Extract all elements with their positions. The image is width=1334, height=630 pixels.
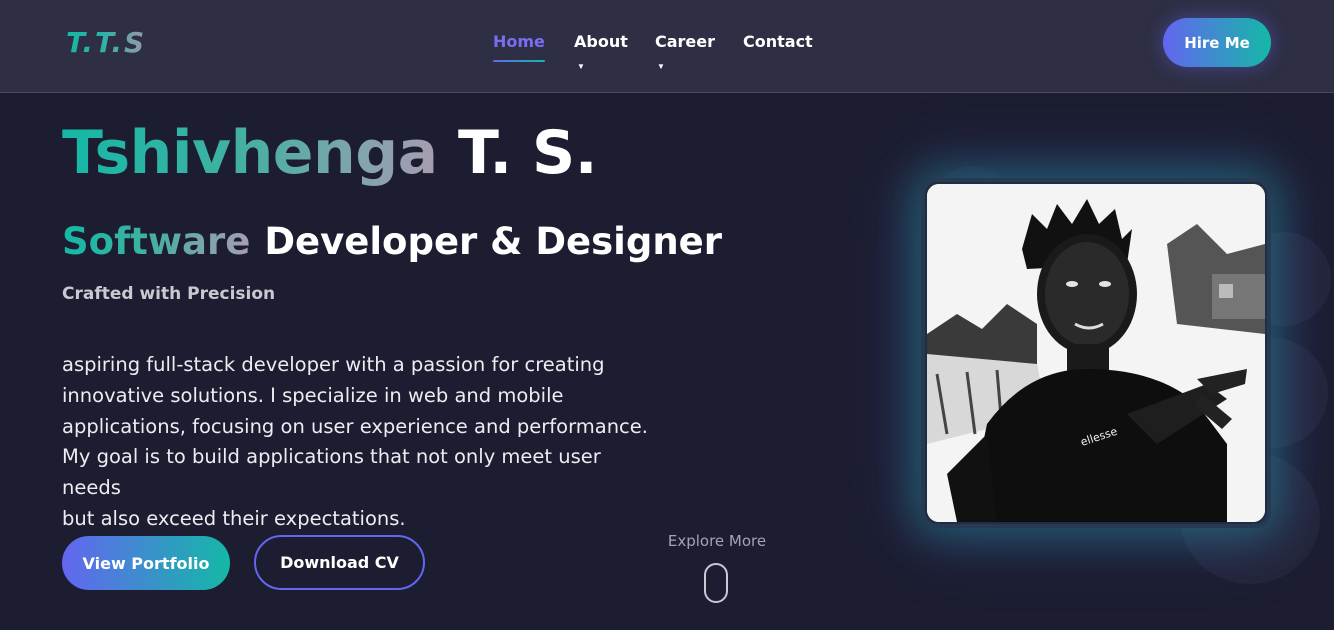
- name-rest: T. S.: [458, 118, 598, 188]
- nav-link-label: Contact: [743, 32, 813, 51]
- download-cv-button[interactable]: Download CV: [254, 535, 425, 590]
- caret-down-icon[interactable]: ▼: [577, 62, 585, 71]
- nav-link-label: About: [574, 32, 628, 51]
- site-logo[interactable]: T.T.S: [66, 26, 146, 59]
- profile-photo: ellesse: [927, 184, 1265, 522]
- profile-photo-illustration: ellesse: [927, 184, 1265, 522]
- name-first: Tshivhenga: [62, 118, 438, 188]
- bio-line: aspiring full-stack developer with a pas…: [62, 353, 605, 376]
- hero-name: Tshivhenga T. S.: [62, 118, 598, 188]
- nav-link-contact[interactable]: Contact: [743, 32, 813, 51]
- bio-line: My goal is to build applications that no…: [62, 445, 601, 500]
- profile-photo-frame: ellesse: [921, 178, 1271, 528]
- bio-line: applications, focusing on user experienc…: [62, 414, 648, 438]
- bio-line: but also exceed their expectations.: [62, 506, 406, 530]
- caret-down-icon[interactable]: ▼: [657, 62, 665, 71]
- role-first: Software: [62, 220, 251, 263]
- active-underline: [493, 60, 545, 62]
- hero-role: Software Developer & Designer: [62, 220, 722, 263]
- mouse-scroll-icon[interactable]: [704, 563, 728, 603]
- nav-link-career[interactable]: Career: [655, 32, 715, 51]
- navbar: T.T.S Home About ▼ Career ▼ Contact Hire…: [0, 0, 1334, 93]
- nav-link-about[interactable]: About: [574, 32, 628, 51]
- view-portfolio-button[interactable]: View Portfolio: [62, 536, 230, 590]
- hire-me-button[interactable]: Hire Me: [1163, 18, 1271, 67]
- nav-link-home[interactable]: Home: [493, 32, 545, 62]
- bio-paragraph: aspiring full-stack developer with a pas…: [62, 350, 662, 535]
- explore-more-label[interactable]: Explore More: [660, 532, 774, 550]
- bio-line: innovative solutions. I specialize in we…: [62, 383, 564, 407]
- role-rest: Developer & Designer: [264, 220, 723, 263]
- nav-link-label: Home: [493, 32, 545, 51]
- tagline: Crafted with Precision: [62, 284, 276, 304]
- nav-link-label: Career: [655, 32, 716, 51]
